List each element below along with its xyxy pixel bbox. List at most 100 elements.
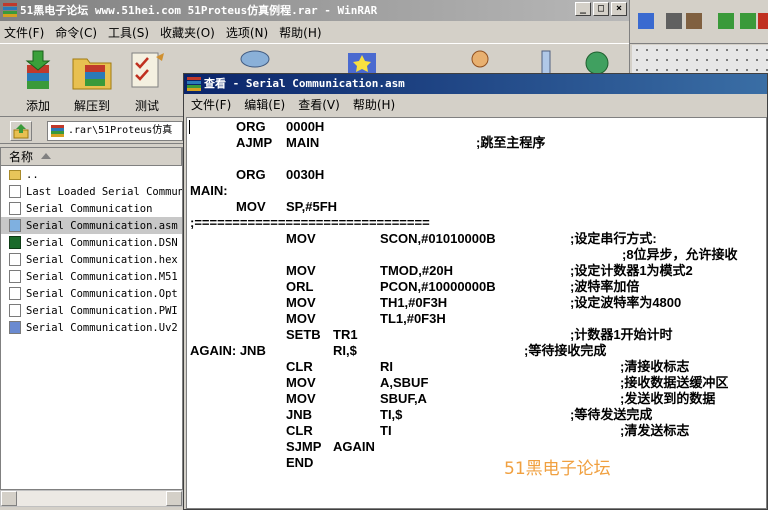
column-header-name[interactable]: 名称 [1,148,182,166]
code-viewer[interactable]: ORG 0000H AJMP MAIN ;跳至主程序 ORG 0030H MAIN: MOV SP… [186,117,767,509]
new-component-icon[interactable] [740,13,756,29]
extract-to-label: 解压到 [73,99,110,113]
code-token: AGAIN [333,439,375,454]
file-name: Serial Communication.Opt [26,287,178,300]
code-token: JNB [286,407,313,422]
code-token: MOV [286,375,316,390]
file-name: Serial Communication.Uv2 [26,321,178,334]
proteus-toolbar [630,0,768,44]
proteus-grid-canvas[interactable] [632,45,768,75]
file-file-icon [9,202,21,215]
file-name: Serial Communication.M51 [26,270,178,283]
delete-icon[interactable] [758,13,768,29]
winrar-title: 51黑电子论坛 www.51hei.com 51Proteus仿真例程.rar … [20,4,378,17]
up-folder-button[interactable] [10,121,32,141]
code-label: MAIN: [190,183,228,198]
menu-options[interactable]: 选项(N) [226,24,268,41]
code-comment: ;设定波特率为4800 [570,295,682,310]
file-list-item[interactable]: Serial Communication.DSN [1,234,182,251]
code-token: PCON,#10000000B [380,279,496,294]
code-token: TL1,#0F3H [380,311,446,326]
menu-file[interactable]: 文件(F) [4,24,44,41]
code-token: CLR [286,423,313,438]
menu-help[interactable]: 帮助(H) [279,24,321,41]
code-token: TH1,#0F3H [380,295,448,310]
file-name: Serial Communication.asm [26,219,178,232]
scroll-left-button[interactable] [1,491,17,506]
file-list-item[interactable]: Serial Communication [1,200,182,217]
minimize-button[interactable]: _ [575,2,591,16]
viewer-title: 查看 - Serial Communication.asm [204,77,405,90]
address-field[interactable]: .rar\51Proteus仿真 [47,121,183,141]
code-token: MOV [286,311,316,326]
file-file-icon [9,287,21,300]
menu-favorites[interactable]: 收藏夹(O) [160,24,215,41]
file-name: .. [26,168,39,181]
file-file-icon [9,304,21,317]
maximize-button[interactable]: □ [593,2,609,16]
add-label: 添加 [25,99,50,113]
code-token: TR1 [333,327,358,342]
scroll-right-button[interactable] [166,491,182,506]
file-list-item[interactable]: Serial Communication.Uv2 [1,319,182,336]
file-rows: .. Last Loaded Serial Communi Serial Commu… [1,166,182,336]
code-token: MOV [236,199,266,214]
archive-icon [51,125,64,137]
code-token: 0000H [286,119,325,134]
horizontal-scrollbar[interactable] [0,490,183,507]
viewer-menu-help[interactable]: 帮助(H) [353,96,395,113]
file-file-icon [9,185,21,198]
viewer-menu-edit[interactable]: 编辑(E) [244,96,285,113]
extract-to-button[interactable]: 解压到 [67,49,117,115]
code-token: SETB [286,327,321,342]
address-bar: .rar\51Proteus仿真 [0,118,183,144]
file-list-item[interactable]: Serial Communication.asm [1,217,182,234]
code-token: CLR [286,359,313,374]
menu-commands[interactable]: 命令(C) [55,24,97,41]
sort-ascending-icon [41,153,51,159]
test-button[interactable]: 测试 [122,49,172,115]
code-comment: ;接收数据送缓冲区 [620,375,729,390]
file-list-item[interactable]: Serial Communication.hex [1,251,182,268]
asm-file-icon [9,219,21,232]
close-button[interactable]: × [611,2,627,16]
menu-tools[interactable]: 工具(S) [108,24,149,41]
viewer-menu-bar: 文件(F) 编辑(E) 查看(V) 帮助(H) [184,94,767,115]
viewer-title-bar[interactable]: 查看 - Serial Communication.asm [184,74,767,94]
code-token: RI [380,359,393,374]
file-list-item[interactable]: Serial Communication.M51 [1,268,182,285]
file-name: Serial Communication.PWI [26,304,178,317]
schematic-icon[interactable] [638,13,654,29]
add-button[interactable]: 添加 [13,49,63,115]
folder-up-icon [9,169,21,180]
file-list[interactable]: 名称 .. Last Loaded Serial Communi Serial Co… [0,147,183,490]
file-name: Serial Communication.DSN [26,236,178,249]
code-label: ;=============================== [190,215,430,230]
viewer-menu-view[interactable]: 查看(V) [298,96,340,113]
code-token: ORG [236,167,266,182]
code-comment: ;计数器1开始计时 [570,327,673,342]
code-comment: ;8位异步，允许接收 [622,247,738,262]
add-sheet-icon[interactable] [718,13,734,29]
tools-icon[interactable] [686,13,702,29]
watermark-text: 51黑电子论坛 [504,459,611,479]
file-list-item[interactable]: Serial Communication.PWI [1,302,182,319]
code-token: 0030H [286,167,325,182]
viewer-menu-file[interactable]: 文件(F) [191,96,231,113]
binoculars-icon[interactable] [666,13,682,29]
code-token: MOV [286,295,316,310]
code-token: TI,$ [380,407,403,422]
code-comment: ;等待接收完成 [524,343,607,358]
test-label: 测试 [134,99,159,113]
address-text: .rar\51Proteus仿真 [68,125,173,136]
winrar-title-bar[interactable]: 51黑电子论坛 www.51hei.com 51Proteus仿真例程.rar … [0,0,629,21]
code-token: TI [380,423,392,438]
dsn-file-icon [9,236,21,249]
text-caret [189,120,190,134]
file-list-item[interactable]: Serial Communication.Opt [1,285,182,302]
file-list-item[interactable]: .. [1,166,182,183]
code-token: MAIN [286,135,320,150]
code-token: MOV [286,263,316,278]
code-token: END [286,455,314,470]
file-list-item[interactable]: Last Loaded Serial Communi [1,183,182,200]
